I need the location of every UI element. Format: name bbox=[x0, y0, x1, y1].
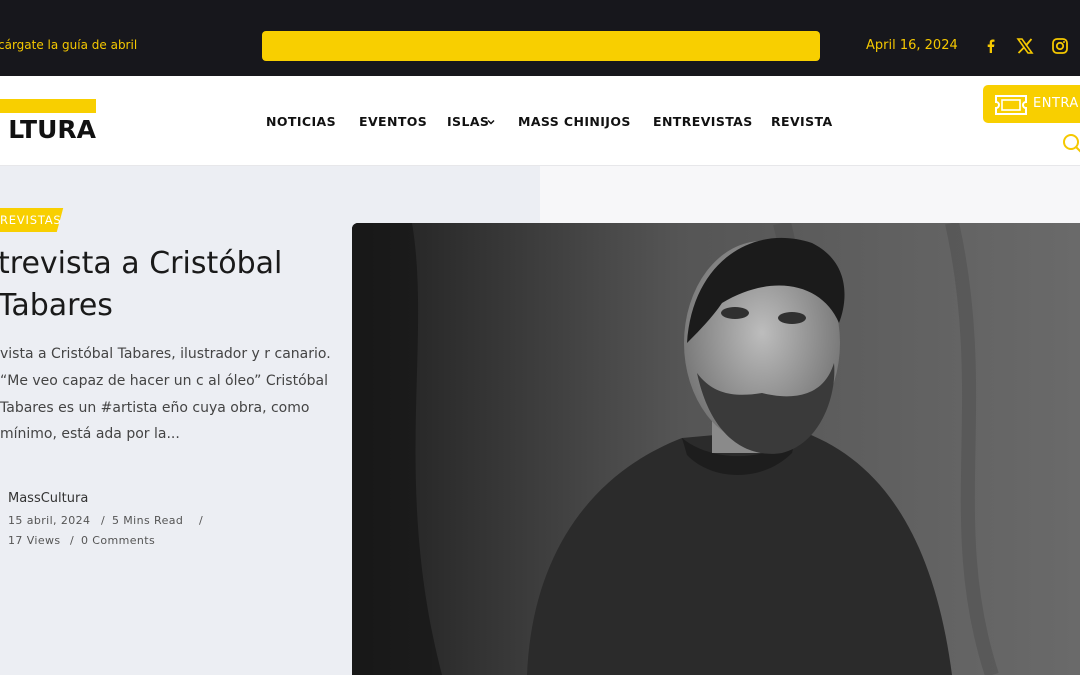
portrait-photo bbox=[352, 223, 1080, 675]
chevron-down-icon bbox=[487, 119, 495, 125]
nav-entrevistas[interactable]: ENTREVISTAS bbox=[653, 114, 753, 132]
article-author[interactable]: MassCultura bbox=[8, 491, 88, 506]
facebook-icon[interactable] bbox=[981, 36, 1001, 56]
ticket-icon bbox=[995, 95, 1027, 115]
nav-eventos[interactable]: EVENTOS bbox=[359, 114, 427, 132]
meta-separator: / bbox=[70, 534, 75, 547]
nav-islas[interactable]: ISLAS bbox=[447, 114, 489, 132]
entrar-label: ENTRAR bbox=[1033, 96, 1080, 111]
site-logo[interactable]: LTURA bbox=[0, 116, 96, 144]
nav-mass-chinijos[interactable]: MASS CHINIJOS bbox=[518, 114, 631, 132]
article-read-time: 5 Mins Read bbox=[112, 514, 184, 527]
announcement-bar[interactable] bbox=[262, 31, 820, 61]
meta-separator: / bbox=[101, 514, 106, 527]
article-title[interactable]: trevista a Cristóbal Tabares bbox=[0, 243, 328, 327]
search-icon[interactable] bbox=[1061, 132, 1080, 154]
instagram-icon[interactable] bbox=[1050, 36, 1070, 56]
article-date: 15 abril, 2024 bbox=[8, 514, 91, 527]
current-date: April 16, 2024 bbox=[866, 38, 958, 53]
logo-accent-bar bbox=[0, 99, 96, 113]
article-views: 17 Views bbox=[8, 534, 61, 547]
category-label[interactable]: REVISTAS bbox=[0, 213, 62, 227]
meta-separator: / bbox=[199, 514, 204, 527]
featured-image[interactable] bbox=[352, 223, 1080, 675]
nav-revista[interactable]: REVISTA bbox=[771, 114, 833, 132]
x-twitter-icon[interactable] bbox=[1015, 36, 1035, 56]
promo-link[interactable]: cárgate la guía de abril bbox=[0, 38, 137, 52]
article-excerpt: vista a Cristóbal Tabares, ilustrador y … bbox=[0, 346, 331, 443]
article-comments[interactable]: 0 Comments bbox=[81, 534, 155, 547]
nav-noticias[interactable]: NOTICIAS bbox=[266, 114, 336, 132]
